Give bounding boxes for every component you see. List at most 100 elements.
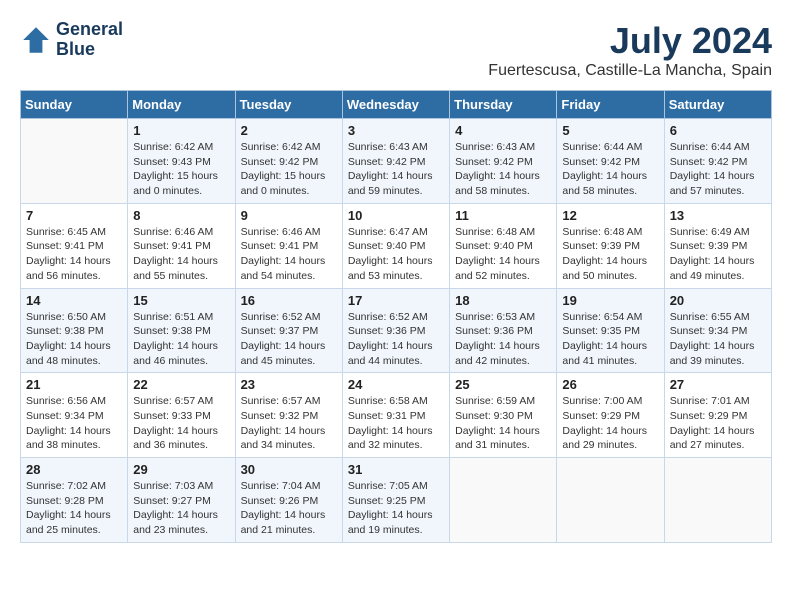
day-info: Sunrise: 7:00 AM Sunset: 9:29 PM Dayligh…: [562, 394, 658, 453]
day-info: Sunrise: 7:02 AM Sunset: 9:28 PM Dayligh…: [26, 479, 122, 538]
calendar-cell: 24Sunrise: 6:58 AM Sunset: 9:31 PM Dayli…: [342, 373, 449, 458]
day-info: Sunrise: 6:43 AM Sunset: 9:42 PM Dayligh…: [455, 140, 551, 199]
day-number: 11: [455, 208, 551, 223]
day-info: Sunrise: 6:51 AM Sunset: 9:38 PM Dayligh…: [133, 310, 229, 369]
weekday-header-wednesday: Wednesday: [342, 91, 449, 119]
day-number: 17: [348, 293, 444, 308]
week-row-2: 7 Sunrise: 6:45 AM Sunset: 9:41 PM Daylig…: [21, 203, 772, 288]
day-info: Sunrise: 6:46 AM Sunset: 9:41 PM Dayligh…: [133, 225, 229, 284]
calendar-cell: 25 Sunrise: 6:59 AM Sunset: 9:30 PM Dayli…: [450, 373, 557, 458]
calendar-cell: 1 Sunrise: 6:42 AM Sunset: 9:43 PM Daylig…: [128, 119, 235, 204]
day-number: 20: [670, 293, 766, 308]
day-number: 23: [241, 377, 337, 392]
weekday-header-tuesday: Tuesday: [235, 91, 342, 119]
day-info: Sunrise: 6:43 AM Sunset: 9:42 PM Dayligh…: [348, 140, 444, 199]
day-number: 1: [133, 123, 229, 138]
day-number: 19: [562, 293, 658, 308]
location-title: Fuertescusa, Castille-La Mancha, Spain: [488, 62, 772, 80]
day-number: 29: [133, 462, 229, 477]
calendar-cell: 30 Sunrise: 7:04 AM Sunset: 9:26 PM Dayli…: [235, 458, 342, 543]
calendar-cell: 3Sunrise: 6:43 AM Sunset: 9:42 PM Daylig…: [342, 119, 449, 204]
weekday-header-row: SundayMondayTuesdayWednesdayThursdayFrid…: [21, 91, 772, 119]
day-number: 13: [670, 208, 766, 223]
weekday-header-sunday: Sunday: [21, 91, 128, 119]
day-info: Sunrise: 6:57 AM Sunset: 9:33 PM Dayligh…: [133, 394, 229, 453]
weekday-header-thursday: Thursday: [450, 91, 557, 119]
day-info: Sunrise: 6:45 AM Sunset: 9:41 PM Dayligh…: [26, 225, 122, 284]
day-number: 14: [26, 293, 122, 308]
weekday-header-monday: Monday: [128, 91, 235, 119]
day-info: Sunrise: 6:42 AM Sunset: 9:42 PM Dayligh…: [241, 140, 337, 199]
month-title: July 2024: [488, 20, 772, 62]
day-number: 9: [241, 208, 337, 223]
weekday-header-saturday: Saturday: [664, 91, 771, 119]
day-number: 18: [455, 293, 551, 308]
calendar-cell: [664, 458, 771, 543]
day-number: 4: [455, 123, 551, 138]
day-info: Sunrise: 6:48 AM Sunset: 9:39 PM Dayligh…: [562, 225, 658, 284]
day-info: Sunrise: 6:55 AM Sunset: 9:34 PM Dayligh…: [670, 310, 766, 369]
day-info: Sunrise: 7:04 AM Sunset: 9:26 PM Dayligh…: [241, 479, 337, 538]
day-info: Sunrise: 6:50 AM Sunset: 9:38 PM Dayligh…: [26, 310, 122, 369]
logo-text: General Blue: [56, 20, 123, 60]
page-header: General Blue July 2024 Fuertescusa, Cast…: [20, 20, 772, 80]
day-info: Sunrise: 6:44 AM Sunset: 9:42 PM Dayligh…: [670, 140, 766, 199]
day-number: 28: [26, 462, 122, 477]
calendar-cell: 19 Sunrise: 6:54 AM Sunset: 9:35 PM Dayli…: [557, 288, 664, 373]
day-info: Sunrise: 6:47 AM Sunset: 9:40 PM Dayligh…: [348, 225, 444, 284]
day-info: Sunrise: 6:53 AM Sunset: 9:36 PM Dayligh…: [455, 310, 551, 369]
day-number: 10: [348, 208, 444, 223]
calendar-cell: 14 Sunrise: 6:50 AM Sunset: 9:38 PM Dayli…: [21, 288, 128, 373]
logo-icon: [20, 24, 52, 56]
day-number: 16: [241, 293, 337, 308]
calendar-cell: 2Sunrise: 6:42 AM Sunset: 9:42 PM Daylig…: [235, 119, 342, 204]
calendar-cell: 15Sunrise: 6:51 AM Sunset: 9:38 PM Dayli…: [128, 288, 235, 373]
calendar-cell: 12Sunrise: 6:48 AM Sunset: 9:39 PM Dayli…: [557, 203, 664, 288]
calendar-cell: 6 Sunrise: 6:44 AM Sunset: 9:42 PM Daylig…: [664, 119, 771, 204]
calendar-cell: 13 Sunrise: 6:49 AM Sunset: 9:39 PM Dayli…: [664, 203, 771, 288]
day-info: Sunrise: 6:54 AM Sunset: 9:35 PM Dayligh…: [562, 310, 658, 369]
calendar-cell: 7 Sunrise: 6:45 AM Sunset: 9:41 PM Daylig…: [21, 203, 128, 288]
week-row-4: 21Sunrise: 6:56 AM Sunset: 9:34 PM Dayli…: [21, 373, 772, 458]
calendar-cell: 18 Sunrise: 6:53 AM Sunset: 9:36 PM Dayli…: [450, 288, 557, 373]
calendar-cell: 29Sunrise: 7:03 AM Sunset: 9:27 PM Dayli…: [128, 458, 235, 543]
day-info: Sunrise: 6:44 AM Sunset: 9:42 PM Dayligh…: [562, 140, 658, 199]
day-number: 22: [133, 377, 229, 392]
calendar-cell: 10 Sunrise: 6:47 AM Sunset: 9:40 PM Dayli…: [342, 203, 449, 288]
day-number: 8: [133, 208, 229, 223]
calendar-cell: 28 Sunrise: 7:02 AM Sunset: 9:28 PM Dayli…: [21, 458, 128, 543]
day-number: 6: [670, 123, 766, 138]
day-number: 25: [455, 377, 551, 392]
calendar-table: SundayMondayTuesdayWednesdayThursdayFrid…: [20, 90, 772, 543]
day-number: 31: [348, 462, 444, 477]
calendar-cell: 17Sunrise: 6:52 AM Sunset: 9:36 PM Dayli…: [342, 288, 449, 373]
calendar-cell: 27Sunrise: 7:01 AM Sunset: 9:29 PM Dayli…: [664, 373, 771, 458]
calendar-cell: 8 Sunrise: 6:46 AM Sunset: 9:41 PM Daylig…: [128, 203, 235, 288]
day-number: 7: [26, 208, 122, 223]
day-number: 30: [241, 462, 337, 477]
calendar-cell: 20 Sunrise: 6:55 AM Sunset: 9:34 PM Dayli…: [664, 288, 771, 373]
day-number: 5: [562, 123, 658, 138]
calendar-cell: 5 Sunrise: 6:44 AM Sunset: 9:42 PM Daylig…: [557, 119, 664, 204]
calendar-cell: 21Sunrise: 6:56 AM Sunset: 9:34 PM Dayli…: [21, 373, 128, 458]
week-row-5: 28 Sunrise: 7:02 AM Sunset: 9:28 PM Dayli…: [21, 458, 772, 543]
day-info: Sunrise: 6:46 AM Sunset: 9:41 PM Dayligh…: [241, 225, 337, 284]
calendar-cell: 26Sunrise: 7:00 AM Sunset: 9:29 PM Dayli…: [557, 373, 664, 458]
weekday-header-friday: Friday: [557, 91, 664, 119]
day-info: Sunrise: 6:48 AM Sunset: 9:40 PM Dayligh…: [455, 225, 551, 284]
calendar-cell: [557, 458, 664, 543]
calendar-cell: 9 Sunrise: 6:46 AM Sunset: 9:41 PM Daylig…: [235, 203, 342, 288]
title-block: July 2024 Fuertescusa, Castille-La Manch…: [488, 20, 772, 80]
calendar-cell: 23Sunrise: 6:57 AM Sunset: 9:32 PM Dayli…: [235, 373, 342, 458]
day-info: Sunrise: 6:52 AM Sunset: 9:37 PM Dayligh…: [241, 310, 337, 369]
day-info: Sunrise: 6:59 AM Sunset: 9:30 PM Dayligh…: [455, 394, 551, 453]
calendar-cell: [450, 458, 557, 543]
calendar-cell: 31Sunrise: 7:05 AM Sunset: 9:25 PM Dayli…: [342, 458, 449, 543]
day-info: Sunrise: 6:49 AM Sunset: 9:39 PM Dayligh…: [670, 225, 766, 284]
calendar-cell: 11 Sunrise: 6:48 AM Sunset: 9:40 PM Dayli…: [450, 203, 557, 288]
week-row-1: 1 Sunrise: 6:42 AM Sunset: 9:43 PM Daylig…: [21, 119, 772, 204]
calendar-cell: 4 Sunrise: 6:43 AM Sunset: 9:42 PM Daylig…: [450, 119, 557, 204]
day-number: 21: [26, 377, 122, 392]
day-info: Sunrise: 6:42 AM Sunset: 9:43 PM Dayligh…: [133, 140, 229, 199]
calendar-cell: [21, 119, 128, 204]
